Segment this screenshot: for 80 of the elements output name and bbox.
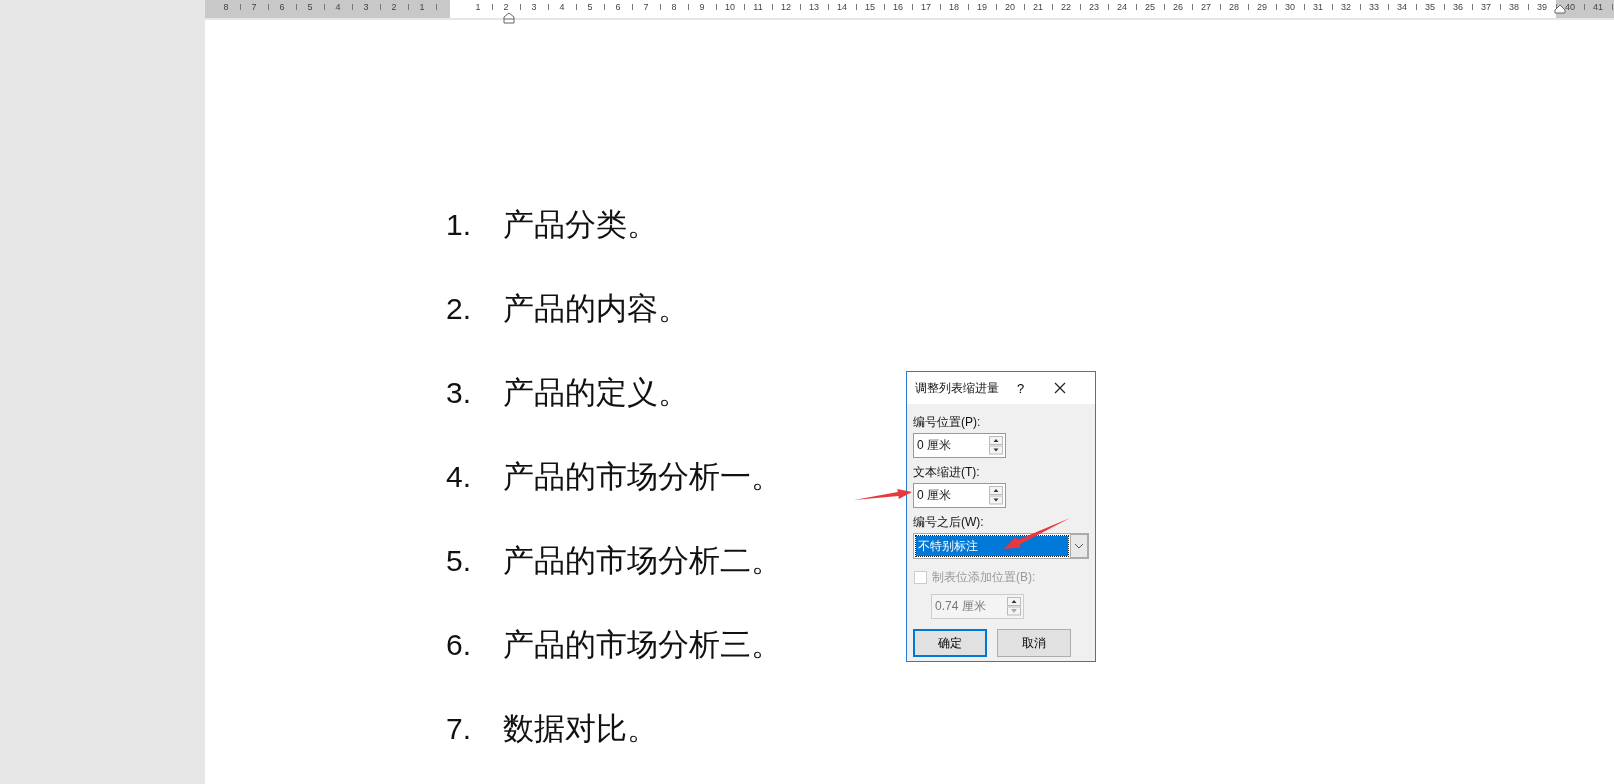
ruler-number: 41	[1584, 0, 1612, 13]
ruler-number: 7	[632, 0, 660, 13]
annotation-arrow	[854, 488, 912, 500]
ruler-number: 22	[1052, 0, 1080, 13]
ruler-number: 8	[212, 0, 240, 13]
ruler-number: 34	[1388, 0, 1416, 13]
ruler-number: 3	[520, 0, 548, 13]
ruler-number: 4	[324, 0, 352, 13]
ruler-number: 38	[1500, 0, 1528, 13]
list-item-text: 产品的市场分析一。	[503, 458, 782, 496]
ruler-number: 13	[800, 0, 828, 13]
ruler-number: 15	[856, 0, 884, 13]
ruler-number: 8	[660, 0, 688, 13]
ruler-number: 3	[352, 0, 380, 13]
close-icon[interactable]	[1054, 382, 1067, 394]
ruler-number: 11	[744, 0, 772, 13]
help-button[interactable]: ?	[1017, 380, 1025, 396]
ruler-number: 20	[996, 0, 1024, 13]
field-label: 编号之后(W):	[913, 514, 984, 530]
ruler-number: 5	[576, 0, 604, 13]
dialog-title: 调整列表缩进量	[915, 379, 999, 397]
ruler-number: 27	[1192, 0, 1220, 13]
ruler-number: 6	[604, 0, 632, 13]
list-number: 5.	[446, 544, 473, 578]
ruler-number: 1	[408, 0, 436, 13]
ruler-number: 12	[772, 0, 800, 13]
ruler-number: 35	[1416, 0, 1444, 13]
list-item-text: 产品的市场分析二。	[503, 542, 782, 580]
ruler-number: 28	[1220, 0, 1248, 13]
ruler-number: 31	[1304, 0, 1332, 13]
ruler-number: 14	[828, 0, 856, 13]
ruler-number: 19	[968, 0, 996, 13]
ruler-number: 21	[1024, 0, 1052, 13]
ruler-number: 33	[1360, 0, 1388, 13]
spinner-field[interactable]: 0 厘米	[913, 433, 1006, 458]
ruler-number: 37	[1472, 0, 1500, 13]
ruler-number: 25	[1136, 0, 1164, 13]
list-number: 4.	[446, 460, 473, 494]
ruler-number: 5	[296, 0, 324, 13]
ruler-number: 16	[884, 0, 912, 13]
ruler-number: 18	[940, 0, 968, 13]
ruler-number: 30	[1276, 0, 1304, 13]
spinner-field[interactable]: 0 厘米	[913, 483, 1006, 508]
list-item-text: 产品的市场分析三。	[503, 626, 782, 664]
list-item-text: 数据对比。	[503, 710, 658, 748]
ruler-number: 24	[1108, 0, 1136, 13]
ruler-number: 4	[548, 0, 576, 13]
cancel-button[interactable]: 取消	[997, 629, 1071, 657]
ruler-number: 9	[688, 0, 716, 13]
dropdown-field[interactable]: 不特别标注	[916, 536, 1068, 556]
ruler-number: 36	[1444, 0, 1472, 13]
list-number: 1.	[446, 208, 473, 242]
ruler-number: 1	[464, 0, 492, 13]
checkbox-label: 制表位添加位置(B):	[932, 569, 1036, 586]
spin-arrows-icon[interactable]	[989, 436, 1003, 455]
ruler-number: 29	[1248, 0, 1276, 13]
field-label: 文本缩进(T):	[913, 464, 980, 480]
ruler-number: 17	[912, 0, 940, 13]
ruler-number: 23	[1080, 0, 1108, 13]
list-number: 2.	[446, 292, 473, 326]
ruler-number: 7	[240, 0, 268, 13]
spin-arrows-icon[interactable]	[989, 486, 1003, 505]
ruler-number: 6	[268, 0, 296, 13]
ruler-number: 32	[1332, 0, 1360, 13]
ruler-number: 2	[380, 0, 408, 13]
list-number: 3.	[446, 376, 473, 410]
ruler-number: 26	[1164, 0, 1192, 13]
annotation-arrow	[1004, 518, 1070, 549]
indent-marker-icon[interactable]	[503, 12, 515, 24]
ruler-number: 39	[1528, 0, 1556, 13]
field-label: 编号位置(P):	[913, 414, 981, 430]
list-number: 7.	[446, 712, 473, 746]
indent-marker-icon[interactable]	[1554, 4, 1566, 14]
list-item-text: 产品分类。	[503, 206, 658, 244]
list-number: 6.	[446, 628, 473, 662]
ok-button[interactable]: 确定	[913, 629, 987, 657]
ruler-number: 2	[492, 0, 520, 13]
list-item-text: 产品的内容。	[503, 290, 689, 328]
ruler-number: 10	[716, 0, 744, 13]
list-item-text: 产品的定义。	[503, 374, 689, 412]
